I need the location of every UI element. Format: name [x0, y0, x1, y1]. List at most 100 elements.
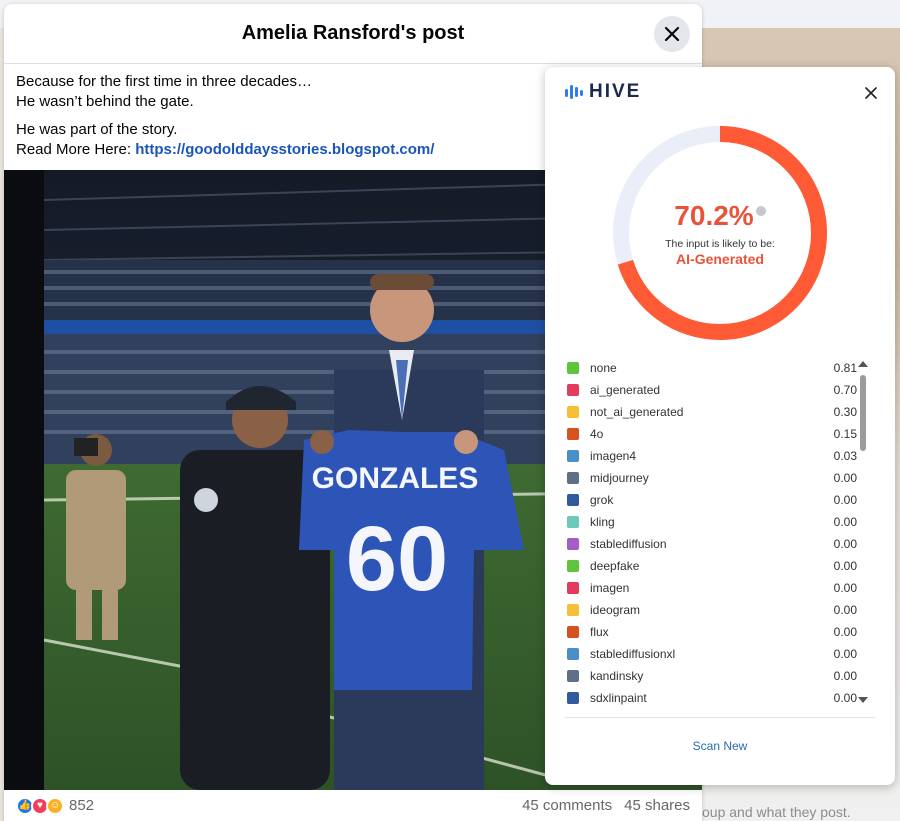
close-icon	[664, 26, 680, 42]
score-label: kandinsky	[590, 669, 644, 683]
score-row: imagen 0.00	[567, 577, 857, 599]
post-line-2: He wasn’t behind the gate.	[16, 93, 194, 110]
score-row: grok 0.00	[567, 489, 857, 511]
score-color-swatch	[567, 494, 579, 506]
model-scores-list: none 0.81 ai_generated 0.70 not_ai_generated…	[567, 357, 857, 709]
hive-detector-panel: HIVE 70.2% The input is likely to be: AI…	[545, 67, 895, 785]
score-color-swatch	[567, 472, 579, 484]
hive-logo-icon	[565, 85, 583, 99]
jersey-name-text: GONZALES	[312, 462, 479, 495]
read-more-label: Read More Here:	[16, 141, 136, 158]
scan-new-button[interactable]: Scan New	[545, 739, 895, 753]
score-label: not_ai_generated	[590, 405, 684, 419]
close-post-button[interactable]	[654, 16, 690, 52]
score-row: kandinsky 0.00	[567, 665, 857, 687]
score-color-swatch	[567, 450, 579, 462]
score-row: stablediffusion 0.00	[567, 533, 857, 555]
background-faded-text: oup and what they post.	[702, 804, 851, 820]
score-value: 0.00	[833, 493, 857, 507]
score-value: 0.00	[833, 471, 857, 485]
post-header: Amelia Ransford's post	[4, 4, 702, 64]
score-value: 0.70	[833, 383, 857, 397]
score-label: ideogram	[590, 603, 641, 617]
jersey-number-text: 60	[346, 508, 448, 610]
score-row: stablediffusionxl 0.00	[567, 643, 857, 665]
score-row: sdxlinpaint 0.00	[567, 687, 857, 709]
score-color-swatch	[567, 516, 579, 528]
score-label: flux	[590, 625, 609, 639]
score-label: stablediffusion	[590, 537, 667, 551]
verdict-label: AI-Generated	[676, 250, 764, 267]
score-value: 0.81	[833, 361, 857, 375]
score-row: flux 0.00	[567, 621, 857, 643]
post-link[interactable]: https://goodolddaysstories.blogspot.com/	[135, 141, 434, 158]
score-value: 0.00	[833, 691, 857, 705]
score-color-swatch	[567, 626, 579, 638]
scores-scrollbar[interactable]	[858, 361, 868, 703]
score-label: sdxlinpaint	[590, 691, 647, 705]
scroll-down-arrow[interactable]	[858, 697, 868, 703]
score-label: grok	[590, 493, 614, 507]
score-label: midjourney	[590, 471, 649, 485]
score-value: 0.00	[833, 515, 857, 529]
scroll-up-arrow[interactable]	[858, 361, 868, 367]
score-value: 0.00	[833, 581, 857, 595]
score-color-swatch	[567, 692, 579, 704]
score-color-swatch	[567, 428, 579, 440]
score-row: deepfake 0.00	[567, 555, 857, 577]
score-label: ai_generated	[590, 383, 661, 397]
score-color-swatch	[567, 384, 579, 396]
score-value: 0.15	[833, 427, 857, 441]
score-value: 0.00	[833, 625, 857, 639]
score-row: kling 0.00	[567, 511, 857, 533]
score-label: imagen	[590, 581, 630, 595]
score-color-swatch	[567, 560, 579, 572]
likely-label: The input is likely to be:	[665, 237, 775, 250]
score-label: deepfake	[590, 559, 640, 573]
post-title: Amelia Ransford's post	[241, 22, 465, 44]
post-stats: 45 comments 45 shares	[522, 797, 690, 814]
hive-divider	[565, 717, 875, 718]
score-row: none 0.81	[567, 357, 857, 379]
comments-count-link[interactable]: 45 comments	[522, 797, 612, 814]
score-value: 0.00	[833, 603, 857, 617]
info-icon[interactable]	[755, 205, 766, 216]
hive-logo-text: HIVE	[589, 81, 642, 102]
score-color-swatch	[567, 648, 579, 660]
score-value: 0.00	[833, 669, 857, 683]
shares-count-link[interactable]: 45 shares	[624, 797, 690, 814]
score-label: none	[590, 361, 617, 375]
score-color-swatch	[567, 604, 579, 616]
score-row: 4o 0.15	[567, 423, 857, 445]
score-label: 4o	[590, 427, 604, 441]
score-value: 0.00	[833, 537, 857, 551]
donut-center: 70.2% The input is likely to be: AI-Gene…	[608, 121, 832, 345]
post-footer: 👍 ♥ ☺ 852 45 comments 45 shares	[4, 790, 702, 821]
score-value: 0.03	[833, 449, 857, 463]
reaction-count: 852	[69, 797, 95, 814]
care-reaction-icon: ☺	[46, 796, 64, 815]
score-color-swatch	[567, 362, 579, 374]
post-line-1: Because for the first time in three deca…	[16, 73, 312, 90]
score-row: midjourney 0.00	[567, 467, 857, 489]
score-row: not_ai_generated 0.30	[567, 401, 857, 423]
close-icon	[865, 87, 877, 99]
score-value: 0.00	[833, 647, 857, 661]
score-value: 0.00	[833, 559, 857, 573]
score-row: ai_generated 0.70	[567, 379, 857, 401]
post-line-3: He was part of the story.	[16, 121, 178, 138]
hive-close-button[interactable]	[865, 83, 877, 104]
score-color-swatch	[567, 670, 579, 682]
score-row: imagen4 0.03	[567, 445, 857, 467]
score-color-swatch	[567, 538, 579, 550]
reactions-summary[interactable]: 👍 ♥ ☺ 852	[16, 796, 95, 815]
score-label: stablediffusionxl	[590, 647, 676, 661]
score-row: ideogram 0.00	[567, 599, 857, 621]
scroll-thumb[interactable]	[860, 375, 866, 451]
score-label: kling	[590, 515, 615, 529]
score-label: imagen4	[590, 449, 637, 463]
ai-percentage: 70.2%	[674, 199, 754, 231]
photo-side-bar	[4, 170, 44, 790]
score-value: 0.30	[833, 405, 857, 419]
score-color-swatch	[567, 582, 579, 594]
